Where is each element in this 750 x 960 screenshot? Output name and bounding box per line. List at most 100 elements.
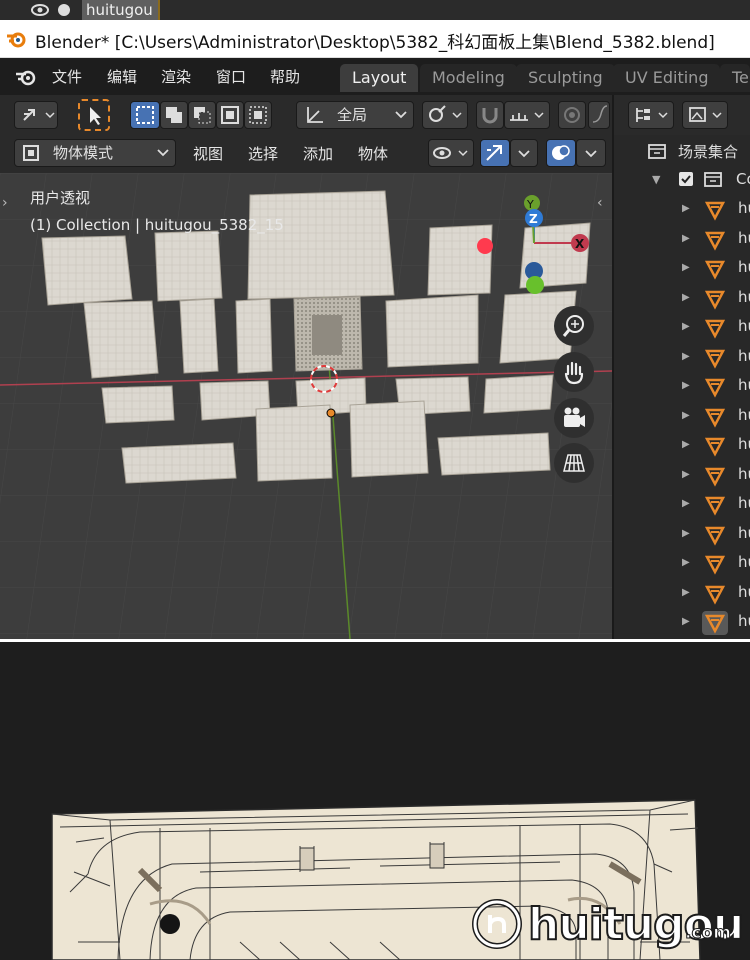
outliner-object-row[interactable]: ▶ hu [614, 195, 750, 224]
outliner-object-label: hu [738, 553, 750, 571]
zoom-button[interactable] [554, 306, 594, 346]
sidebar-toggle-icon[interactable]: ‹ [597, 195, 607, 215]
outliner-object-row[interactable]: ▶ hu [614, 402, 750, 431]
mesh-object-icon-wrap [702, 611, 728, 635]
mesh-triangle-icon [704, 408, 726, 428]
expand-arrow-icon[interactable]: ▶ [682, 498, 690, 509]
outliner-object-row[interactable]: ▶ hu [614, 490, 750, 519]
outliner-collection[interactable]: ▼ Co [614, 166, 750, 195]
outliner-object-row[interactable]: ▶ hu [614, 549, 750, 578]
mesh-triangle-icon [704, 319, 726, 339]
outliner-object-row[interactable]: ▶ hu [614, 431, 750, 460]
outliner-object-row[interactable]: ▶ hu [614, 372, 750, 401]
show-overlays-toggle[interactable] [546, 139, 576, 167]
expand-arrow-icon[interactable]: ▶ [682, 616, 690, 627]
tab-sculpting[interactable]: Sculpting [516, 64, 615, 92]
outliner-object-row[interactable]: ▶ hu [614, 520, 750, 549]
left-toolbar-toggle-icon[interactable]: › [2, 195, 12, 215]
mesh-triangle-icon [704, 437, 726, 457]
menu-bar: 文件 编辑 渲染 窗口 帮助 Layout Modeling Sculpting… [0, 58, 750, 95]
menu-help[interactable]: 帮助 [270, 66, 300, 87]
top-strip: huitugou [0, 0, 750, 20]
checkbox-checked-icon[interactable] [678, 171, 694, 187]
magnet-icon [482, 108, 498, 124]
orientation-value: 全局 [337, 106, 368, 124]
gizmo-z-label: Z [529, 212, 538, 226]
outliner-object-row[interactable]: ▶ hu [614, 579, 750, 608]
menu-window[interactable]: 窗口 [216, 66, 246, 87]
menu-render[interactable]: 渲染 [161, 66, 191, 87]
watermark-logo-icon [472, 899, 522, 949]
object-origin [326, 408, 336, 418]
menu-object[interactable]: 物体 [358, 143, 388, 164]
viewport-scene: Y Z X [0, 173, 612, 639]
expand-arrow-icon[interactable]: ▶ [682, 233, 690, 244]
mesh-triangle-icon [704, 555, 726, 575]
expand-arrow-icon[interactable]: ▶ [682, 528, 690, 539]
expand-arrow-icon[interactable]: ▶ [682, 292, 690, 303]
chevron-down-icon [157, 149, 169, 157]
pan-button[interactable] [554, 352, 594, 392]
select-tool-button[interactable] [78, 99, 110, 131]
outliner-object-row[interactable]: ▶ hu [614, 284, 750, 313]
mode-dropdown[interactable]: 物体模式 [14, 139, 176, 167]
expand-arrow-icon[interactable]: ▶ [682, 557, 690, 568]
object-name-field[interactable]: huitugou [82, 0, 160, 20]
expand-triangle-icon[interactable]: ▼ [652, 173, 660, 186]
select-extend-button[interactable] [160, 101, 188, 129]
outliner-object-row[interactable]: ▶ hu [614, 461, 750, 490]
snap-toggle[interactable] [476, 101, 504, 129]
menu-view[interactable]: 视图 [193, 143, 223, 164]
expand-arrow-icon[interactable]: ▶ [682, 469, 690, 480]
menu-file[interactable]: 文件 [52, 66, 82, 87]
tab-layout[interactable]: Layout [340, 64, 419, 92]
expand-arrow-icon[interactable]: ▶ [682, 380, 690, 391]
proportional-falloff-dropdown[interactable] [588, 101, 610, 129]
outliner-object-label: hu [738, 199, 750, 217]
mesh-triangle-icon [704, 467, 726, 487]
blender-menu-icon[interactable] [14, 67, 40, 87]
expand-arrow-icon[interactable]: ▶ [682, 410, 690, 421]
select-invert-button[interactable] [216, 101, 244, 129]
transform-affect-button[interactable] [14, 101, 58, 129]
camera-view-button[interactable] [554, 398, 594, 438]
select-intersect-button[interactable] [244, 101, 272, 129]
hand-pan-icon [564, 361, 584, 385]
show-gizmo-toggle[interactable] [480, 139, 510, 167]
overlays-dropdown[interactable] [576, 139, 606, 167]
display-mode-dropdown[interactable] [628, 101, 674, 129]
expand-arrow-icon[interactable]: ▶ [682, 351, 690, 362]
outliner-object-row[interactable]: ▶ hu [614, 313, 750, 342]
outliner-object-row[interactable]: ▶ hu [614, 254, 750, 283]
outliner-object-row[interactable]: ▶ hu [614, 225, 750, 254]
menu-edit[interactable]: 编辑 [107, 66, 137, 87]
select-subtract-button[interactable] [188, 101, 216, 129]
menu-select[interactable]: 选择 [248, 143, 278, 164]
tab-uv-editing[interactable]: UV Editing [613, 64, 721, 92]
orientation-dropdown[interactable]: 全局 [296, 101, 414, 129]
gizmo-dropdown[interactable] [510, 139, 538, 167]
image-filter-icon [689, 107, 722, 122]
filter-dropdown[interactable] [682, 101, 728, 129]
menu-add[interactable]: 添加 [303, 143, 333, 164]
tab-texture-paint[interactable]: Te [720, 64, 750, 92]
perspective-toggle-button[interactable] [554, 443, 594, 483]
pivot-point-dropdown[interactable] [422, 101, 468, 129]
select-new-button[interactable] [130, 101, 160, 129]
tab-modeling[interactable]: Modeling [420, 64, 517, 92]
expand-arrow-icon[interactable]: ▶ [682, 439, 690, 450]
visibility-eye-icon[interactable] [30, 1, 76, 19]
outliner-object-row[interactable]: ▶ hu [614, 343, 750, 372]
proportional-edit-toggle[interactable] [558, 101, 586, 129]
snap-target-dropdown[interactable] [504, 101, 550, 129]
expand-arrow-icon[interactable]: ▶ [682, 203, 690, 214]
expand-arrow-icon[interactable]: ▶ [682, 587, 690, 598]
visibility-selectability-dropdown[interactable] [428, 139, 474, 167]
outliner-scene-collection[interactable]: 场景集合 [614, 137, 750, 166]
outliner-object-row[interactable]: ▶ hu [614, 608, 750, 637]
3d-viewport[interactable]: Y Z X › ‹ 用户透视 (1) Collection | huitugou… [0, 173, 612, 639]
snap-increment-icon [510, 112, 544, 121]
expand-arrow-icon[interactable]: ▶ [682, 262, 690, 273]
expand-arrow-icon[interactable]: ▶ [682, 321, 690, 332]
mesh-object-icon-wrap [702, 375, 728, 399]
